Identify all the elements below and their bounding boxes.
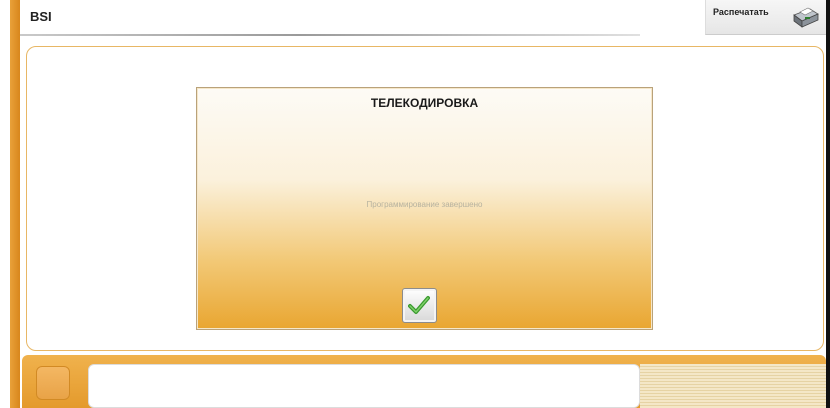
app-window: BSI Распечатать ТЕЛЕКОДИРОВКА Программир… [0,0,826,408]
printer-icon [793,7,819,28]
left-accent-bar [10,0,20,408]
checkmark-icon [408,296,430,314]
app-title: BSI [30,9,52,24]
footer-bar [22,355,826,408]
footer-square-button[interactable] [36,366,70,400]
dialog-title: ТЕЛЕКОДИРОВКА [370,96,479,110]
telecoding-dialog: ТЕЛЕКОДИРОВКА Программирование завершено [196,87,653,330]
footer-message-field [88,364,640,408]
dialog-message: Программирование завершено [366,200,483,209]
footer-striped-panel [640,364,826,408]
title-divider [20,34,640,36]
ok-button[interactable] [402,288,437,323]
header: BSI Распечатать [20,0,826,38]
print-button[interactable]: Распечатать [705,0,826,35]
print-button-label: Распечатать [713,7,769,17]
